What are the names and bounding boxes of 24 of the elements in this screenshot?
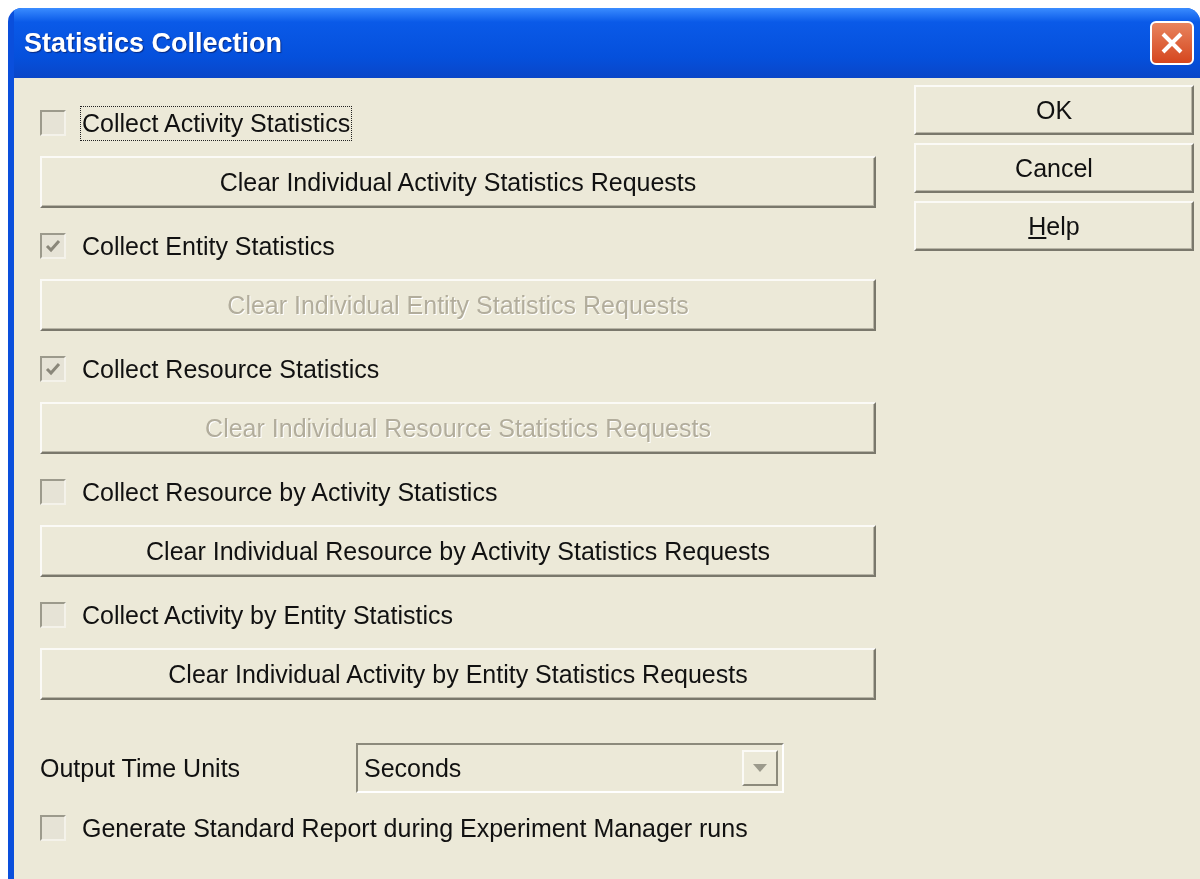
checkbox[interactable]: [40, 815, 66, 841]
checkbox-label[interactable]: Collect Activity Statistics: [80, 105, 353, 141]
checkbox-label[interactable]: Collect Activity by Entity Statistics: [80, 597, 455, 633]
checkbox[interactable]: [40, 356, 66, 382]
checkbox-label[interactable]: Generate Standard Report during Experiment Manager runs: [80, 810, 750, 846]
checkbox[interactable]: [40, 233, 66, 259]
checkbox[interactable]: [40, 479, 66, 505]
window-title: Statistics Collection: [24, 27, 283, 59]
checkbox-label[interactable]: Collect Resource Statistics: [80, 351, 382, 387]
dialog-button[interactable]: Cancel: [914, 143, 1194, 193]
dialog-button[interactable]: OK: [914, 85, 1194, 135]
checkbox-label[interactable]: Collect Resource by Activity Statistics: [80, 474, 500, 510]
clear-requests-button[interactable]: Clear Individual Resource by Activity Statistics Requests: [40, 525, 876, 577]
close-icon: [1159, 30, 1185, 56]
checkbox[interactable]: [40, 602, 66, 628]
field-label: Output Time Units: [40, 753, 242, 783]
clear-requests-button[interactable]: Clear Individual Activity by Entity Statistics Requests: [40, 648, 876, 700]
checkbox[interactable]: [40, 110, 66, 136]
checkmark-icon: [45, 239, 61, 253]
checkmark-icon: [45, 362, 61, 376]
checkbox-label[interactable]: Collect Entity Statistics: [80, 228, 337, 264]
dialog-button[interactable]: Help: [914, 201, 1194, 251]
close-button[interactable]: [1150, 21, 1194, 65]
clear-requests-button[interactable]: Clear Individual Activity Statistics Requests: [40, 156, 876, 208]
